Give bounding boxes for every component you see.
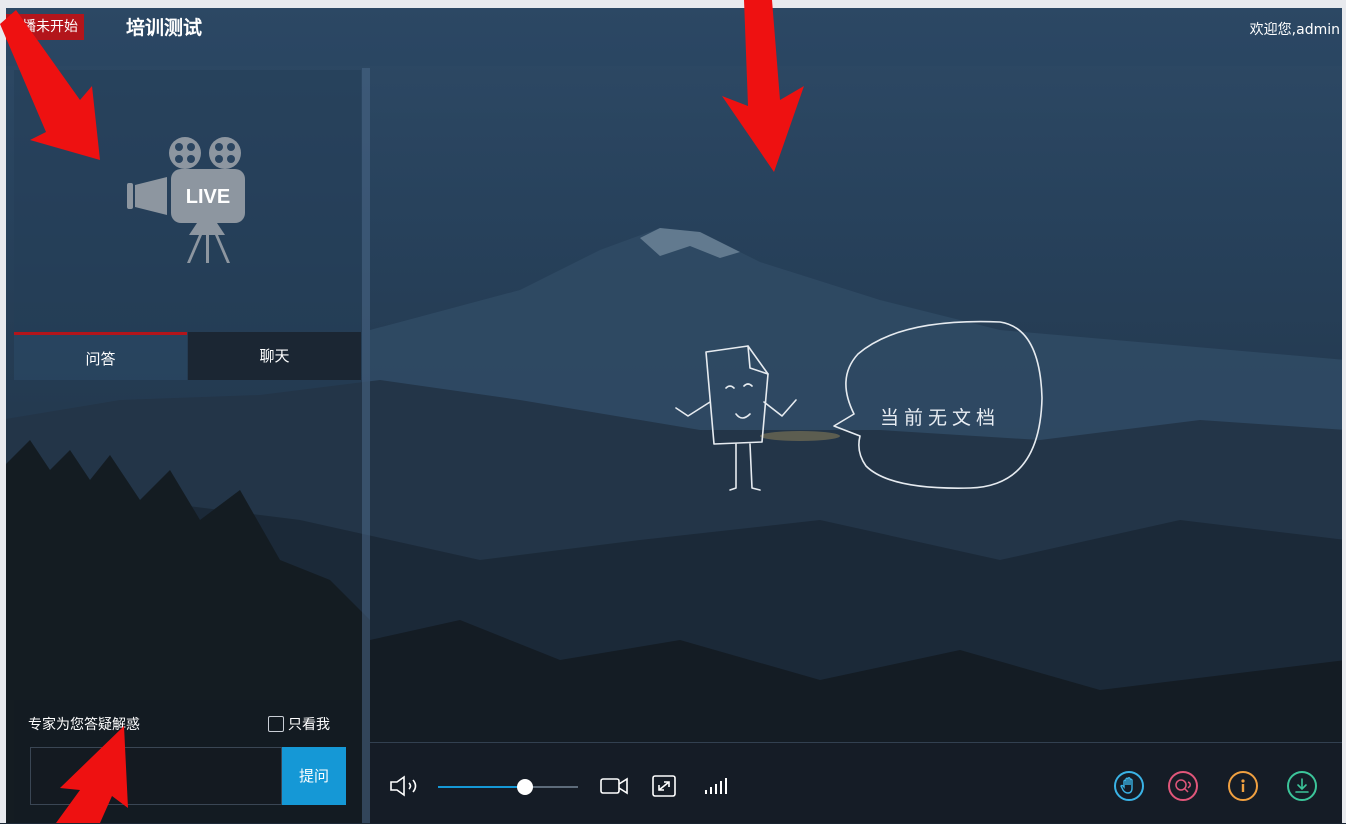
frame-right-border — [1342, 0, 1346, 823]
qa-hint-text: 专家为您答疑解惑 — [28, 717, 140, 733]
only-me-checkbox[interactable] — [268, 716, 284, 732]
volume-icon[interactable] — [389, 774, 425, 798]
only-me-label: 只看我 — [288, 717, 330, 733]
only-me-toggle[interactable]: 只看我 — [268, 714, 330, 734]
tab-bar: 问答 聊天 — [14, 332, 361, 380]
download-button[interactable] — [1287, 771, 1317, 801]
page-title: 培训测试 — [126, 17, 203, 39]
signal-icon — [705, 778, 727, 794]
tab-chat[interactable]: 聊天 — [188, 332, 361, 380]
download-icon — [1295, 778, 1309, 793]
frame-left-border — [0, 0, 6, 823]
volume-slider-handle[interactable] — [517, 779, 533, 795]
status-badge: 直播未开始 — [6, 14, 84, 40]
frame-top-border — [0, 0, 1346, 8]
camera-icon[interactable] — [599, 774, 631, 798]
ask-button[interactable]: 提问 — [282, 747, 346, 805]
live-badge-text: LIVE — [186, 186, 230, 208]
live-camera-icon: LIVE — [127, 137, 245, 263]
volume-slider-fill — [438, 786, 525, 788]
qa-icon — [1175, 779, 1191, 793]
screen-icon[interactable] — [650, 774, 680, 798]
panel-divider[interactable] — [362, 68, 370, 823]
header-bar — [6, 8, 1342, 66]
raise-hand-icon — [1120, 777, 1133, 794]
raise-hand-button[interactable] — [1114, 771, 1144, 801]
tab-qa[interactable]: 问答 — [14, 332, 187, 380]
info-button[interactable] — [1228, 771, 1258, 801]
no-document-text: 当前无文档 — [880, 407, 1001, 429]
question-input[interactable] — [30, 747, 282, 805]
qa-button[interactable] — [1168, 771, 1198, 801]
info-icon — [1241, 779, 1245, 792]
welcome-user[interactable]: 欢迎您,admin — [1250, 19, 1340, 39]
